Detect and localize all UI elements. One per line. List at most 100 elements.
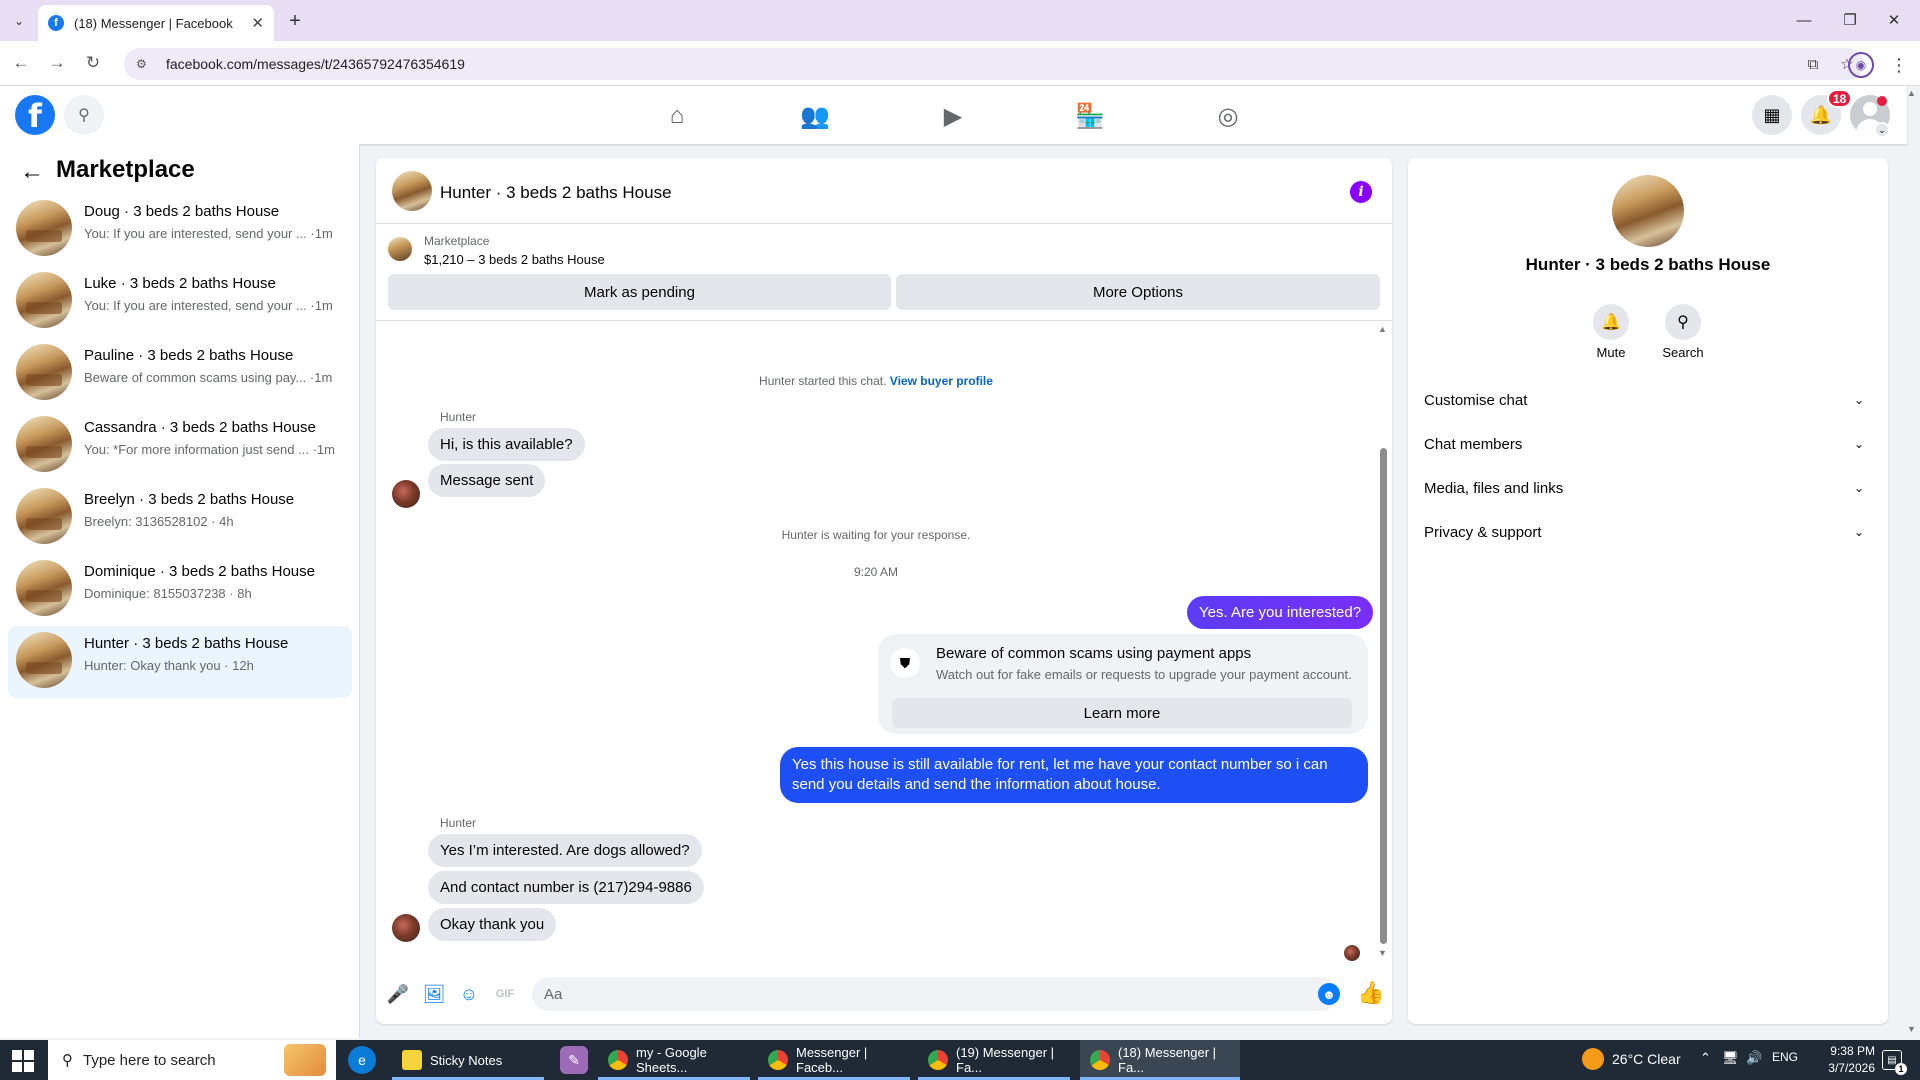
notification-center-icon[interactable]: ▤ 1 <box>1882 1050 1907 1075</box>
video-icon[interactable]: ▶ <box>923 96 983 136</box>
conversation-item-active[interactable]: Hunter · 3 beds 2 baths House Hunter: Ok… <box>8 626 352 698</box>
incoming-message[interactable]: And contact number is (217)294-9886 <box>428 871 704 904</box>
menu-grid-icon[interactable]: ▦ <box>1752 95 1792 135</box>
restore-button[interactable]: ❐ <box>1830 8 1870 32</box>
chevron-down-icon: ⌄ <box>1853 437 1864 451</box>
tab-close-icon[interactable]: ✕ <box>251 14 264 32</box>
incoming-message[interactable]: Yes I’m interested. Are dogs allowed? <box>428 834 702 867</box>
emoji-icon[interactable]: ☻ <box>1318 983 1340 1005</box>
outgoing-message[interactable]: Yes this house is still available for re… <box>780 747 1368 803</box>
chat-title[interactable]: Hunter · 3 beds 2 baths House <box>440 183 672 203</box>
conversation-item[interactable]: Cassandra · 3 beds 2 baths House You: *F… <box>8 410 352 482</box>
conversation-item[interactable]: Breelyn · 3 beds 2 baths House Breelyn: … <box>8 482 352 554</box>
minimize-button[interactable]: — <box>1784 8 1824 32</box>
close-window-button[interactable]: ✕ <box>1874 8 1914 32</box>
microphone-icon[interactable]: 🎤 <box>386 982 410 1006</box>
taskbar-search-placeholder: Type here to search <box>83 1051 216 1069</box>
account-chevron-icon[interactable]: ⌄ <box>1874 122 1890 138</box>
conversation-item[interactable]: Luke · 3 beds 2 baths House You: If you … <box>8 266 352 338</box>
new-tab-button[interactable]: + <box>282 8 308 34</box>
edge-browser-icon[interactable]: e <box>348 1046 376 1074</box>
waiting-notice: Hunter is waiting for your response. <box>781 528 971 542</box>
back-button[interactable]: ← <box>8 50 34 76</box>
conversation-item[interactable]: Doug · 3 beds 2 baths House You: If you … <box>8 194 352 266</box>
photo-icon[interactable]: 🖼 <box>422 982 446 1006</box>
mute-bell-icon[interactable]: 🔔 <box>1593 304 1629 340</box>
conversation-name: Luke · 3 beds 2 baths House <box>84 275 276 292</box>
browser-menu-icon[interactable]: ⋮ <box>1888 52 1910 78</box>
chat-details-avatar[interactable] <box>1612 175 1684 247</box>
more-options-button[interactable]: More Options <box>896 274 1380 310</box>
marketplace-label: Marketplace <box>424 234 490 248</box>
chrome-icon <box>608 1050 628 1070</box>
browser-profile-icon[interactable]: ◉ <box>1848 52 1874 78</box>
view-buyer-profile-link[interactable]: View buyer profile <box>890 374 993 388</box>
address-bar[interactable]: ⚙ facebook.com/messages/t/24365792476354… <box>124 48 1864 80</box>
search-icon[interactable]: ⚲ <box>1665 304 1701 340</box>
page-scroll-down-icon[interactable]: ▼ <box>1907 1024 1916 1034</box>
tray-chevron-up-icon[interactable]: ⌃ <box>1700 1050 1711 1066</box>
network-icon[interactable]: 🖥 <box>1722 1050 1739 1066</box>
chat-scrollbar[interactable] <box>1380 448 1387 944</box>
taskbar-search-box[interactable]: ⚲ Type here to search <box>48 1040 336 1080</box>
volume-icon[interactable]: 🔊 <box>1746 1050 1762 1066</box>
clock-date[interactable]: 3/7/2026 <box>1801 1061 1875 1075</box>
scroll-up-icon[interactable]: ▲ <box>1378 324 1387 334</box>
taskbar-app-google-sheets[interactable]: my - Google Sheets... <box>598 1040 750 1080</box>
facebook-search-icon[interactable]: ⚲ <box>64 95 104 135</box>
install-app-icon[interactable]: ⧉ <box>1796 56 1830 73</box>
taskbar-app-label: my - Google Sheets... <box>636 1045 707 1075</box>
clock-time[interactable]: 9:38 PM <box>1801 1044 1875 1058</box>
row-label: Privacy & support <box>1424 523 1542 541</box>
chat-started-notice: Hunter started this chat. View buyer pro… <box>376 374 1376 388</box>
back-arrow-icon[interactable]: ← <box>18 158 46 186</box>
learn-more-button[interactable]: Learn more <box>892 698 1352 728</box>
conversation-item[interactable]: Dominique · 3 beds 2 baths House Dominiq… <box>8 554 352 626</box>
forward-button[interactable]: → <box>44 50 70 76</box>
conversation-item[interactable]: Pauline · 3 beds 2 baths House Beware of… <box>8 338 352 410</box>
language-indicator[interactable]: ENG <box>1772 1050 1798 1064</box>
outgoing-message[interactable]: Yes. Are you interested? <box>1187 596 1374 629</box>
friends-icon[interactable]: 👥 <box>785 96 845 136</box>
customise-chat-row[interactable]: Customise chat ⌄ <box>1424 380 1872 420</box>
tab-title: (18) Messenger | Facebook <box>74 15 233 31</box>
chat-members-row[interactable]: Chat members ⌄ <box>1424 424 1872 464</box>
info-icon[interactable]: i <box>1350 181 1372 203</box>
marketplace-icon[interactable]: 🏪 <box>1060 96 1120 136</box>
sender-avatar[interactable] <box>392 480 420 508</box>
chrome-icon <box>768 1050 788 1070</box>
incoming-message[interactable]: Okay thank you <box>428 908 557 941</box>
taskbar-app-sticky-notes[interactable]: Sticky Notes <box>392 1040 544 1080</box>
taskbar-app-messenger-19[interactable]: (19) Messenger | Fa... <box>918 1040 1070 1080</box>
listing-price[interactable]: $1,210 – 3 beds 2 baths House <box>424 252 605 267</box>
listing-thumbnail <box>16 344 72 400</box>
weather-widget[interactable]: 26°C Clear <box>1582 1048 1681 1070</box>
mark-as-pending-button[interactable]: Mark as pending <box>388 274 891 310</box>
windows-start-icon[interactable] <box>12 1050 34 1072</box>
facebook-logo-icon[interactable]: f <box>15 95 55 135</box>
taskbar-app-messenger-18-active[interactable]: (18) Messenger | Fa... <box>1080 1040 1240 1080</box>
sticker-icon[interactable]: ☺ <box>457 982 481 1006</box>
home-icon[interactable]: ⌂ <box>647 96 707 136</box>
scroll-down-icon[interactable]: ▼ <box>1378 948 1387 958</box>
sender-avatar[interactable] <box>392 914 420 942</box>
taskbar-app-messenger[interactable]: Messenger | Faceb... <box>758 1040 910 1080</box>
tab-search-chevron-icon[interactable]: ⌄ <box>8 10 30 32</box>
listing-thumbnail <box>16 632 72 688</box>
incoming-message[interactable]: Hi, is this available? <box>428 428 585 461</box>
privacy-support-row[interactable]: Privacy & support ⌄ <box>1424 512 1872 552</box>
incoming-message[interactable]: Message sent <box>428 464 546 497</box>
gif-icon[interactable]: GIF <box>493 982 517 1006</box>
browser-tab-active[interactable]: f (18) Messenger | Facebook ✕ <box>38 5 274 41</box>
reload-button[interactable]: ↻ <box>80 50 106 76</box>
media-files-links-row[interactable]: Media, files and links ⌄ <box>1424 468 1872 508</box>
site-info-icon[interactable]: ⚙ <box>136 57 152 71</box>
chevron-down-icon: ⌄ <box>1853 525 1864 539</box>
paint-app-icon[interactable]: ✎ <box>560 1046 588 1074</box>
chat-avatar[interactable] <box>392 171 432 211</box>
conversation-name: Dominique · 3 beds 2 baths House <box>84 563 315 580</box>
groups-icon[interactable]: ◎ <box>1198 96 1258 136</box>
thumbs-up-icon[interactable]: 👍 <box>1357 980 1384 1006</box>
page-scroll-up-icon[interactable]: ▲ <box>1907 88 1916 98</box>
message-input[interactable]: Aa <box>532 977 1338 1011</box>
